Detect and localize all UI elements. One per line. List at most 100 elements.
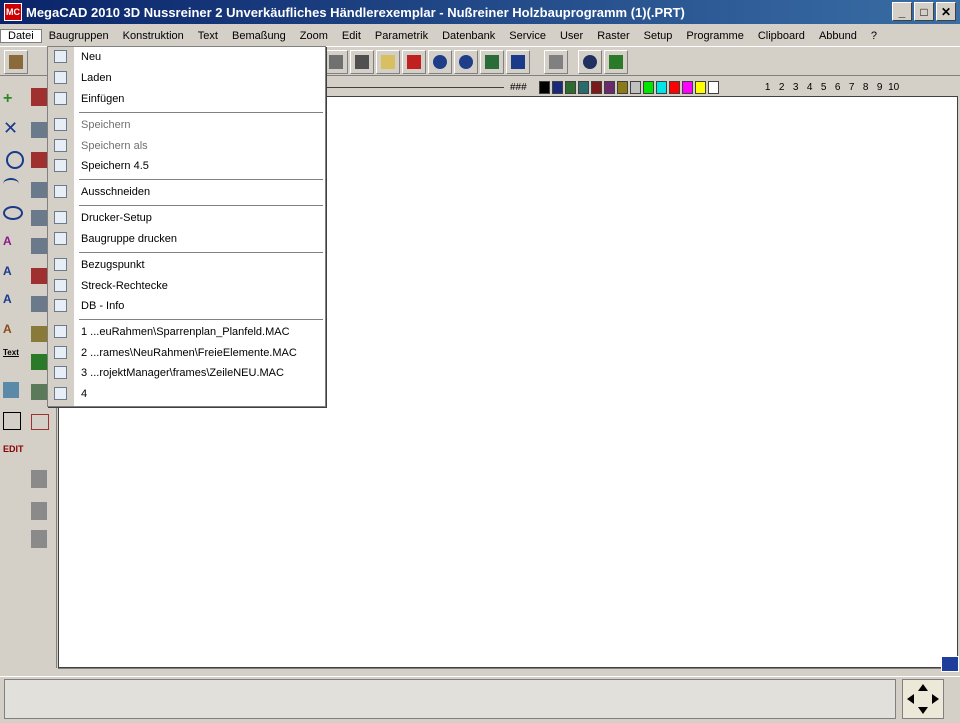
menu-item-speichern-45[interactable]: Speichern 4.5 [48, 156, 325, 176]
mail-button[interactable] [376, 50, 400, 74]
pen-number[interactable]: 10 [887, 82, 901, 93]
menu-item-ausschneiden[interactable]: Ausschneiden [48, 182, 325, 202]
color-swatch-cyan[interactable] [655, 80, 667, 94]
trim-icon[interactable] [31, 470, 47, 488]
layer-button[interactable] [544, 50, 568, 74]
circle-icon[interactable] [6, 151, 24, 169]
menu-item-db-info[interactable]: DB - Info [48, 296, 325, 316]
color-swatch-lime[interactable] [642, 80, 654, 94]
menu-raster[interactable]: Raster [590, 30, 636, 42]
hatch-pattern-icon[interactable] [31, 414, 49, 430]
color-swatch-olive[interactable] [616, 80, 628, 94]
maximize-button[interactable]: □ [914, 2, 934, 21]
hatch-icon[interactable] [3, 382, 19, 398]
delete-button[interactable] [604, 50, 628, 74]
color-swatch-red[interactable] [668, 80, 680, 94]
menu-abbund[interactable]: Abbund [812, 30, 864, 42]
spline3-icon[interactable]: A [3, 292, 25, 314]
redo-button[interactable] [454, 50, 478, 74]
menu-service[interactable]: Service [502, 30, 553, 42]
pen-number[interactable]: 8 [859, 82, 873, 93]
pen-number[interactable]: 7 [845, 82, 859, 93]
calculator-button[interactable] [480, 50, 504, 74]
color-swatch-black[interactable] [538, 80, 550, 94]
menu-item-recent-1[interactable]: 1 ...euRahmen\Sparrenplan_Planfeld.MAC [48, 322, 325, 342]
line-style-selector[interactable] [324, 86, 504, 88]
text-tool-icon[interactable]: Text [3, 348, 25, 370]
rotate-icon[interactable] [31, 238, 47, 254]
cross-lines-icon[interactable]: ✕ [3, 118, 25, 140]
group-icon[interactable] [31, 152, 47, 168]
picture-icon[interactable] [31, 384, 47, 400]
symbol-icon[interactable]: A [3, 322, 25, 344]
layer-tool-icon[interactable] [31, 122, 47, 138]
color-swatch-yellow[interactable] [694, 80, 706, 94]
menu-item-laden[interactable]: Laden [48, 68, 325, 88]
edit-tool-icon[interactable]: EDIT [3, 444, 25, 466]
menu-text[interactable]: Text [191, 30, 225, 42]
navigation-widget[interactable] [902, 679, 944, 719]
menu-item-neu[interactable]: Neu [48, 47, 325, 67]
color-swatch-maroon[interactable] [590, 80, 602, 94]
menu-item-recent-2[interactable]: 2 ...rames\NeuRahmen\FreieElemente.MAC [48, 343, 325, 363]
menu-item-recent-4[interactable]: 4 [48, 384, 325, 404]
color-swatch-magenta[interactable] [681, 80, 693, 94]
snap-button[interactable] [402, 50, 426, 74]
menu-clipboard[interactable]: Clipboard [751, 30, 812, 42]
help-button[interactable] [578, 50, 602, 74]
menu-user[interactable]: User [553, 30, 590, 42]
mirror-icon[interactable] [31, 268, 47, 284]
menu-setup[interactable]: Setup [637, 30, 680, 42]
color-swatch-silver[interactable] [629, 80, 641, 94]
pen-number[interactable]: 3 [789, 82, 803, 93]
pen-number[interactable]: 6 [831, 82, 845, 93]
menu-parametrik[interactable]: Parametrik [368, 30, 435, 42]
pen-number[interactable]: 5 [817, 82, 831, 93]
move-icon[interactable] [31, 182, 47, 198]
menu-item-streck-rechtecke[interactable]: Streck-Rechtecke [48, 276, 325, 296]
monitor-button[interactable] [506, 50, 530, 74]
menu-item-speichern-als[interactable]: Speichern als [48, 136, 325, 156]
menu-edit[interactable]: Edit [335, 30, 368, 42]
undo-button[interactable] [428, 50, 452, 74]
ellipse-icon[interactable] [3, 206, 23, 220]
menu-item-drucker-setup[interactable]: Drucker-Setup [48, 208, 325, 228]
menu-datenbank[interactable]: Datenbank [435, 30, 502, 42]
menu-zoom[interactable]: Zoom [293, 30, 335, 42]
print-preview-button[interactable] [324, 50, 348, 74]
menu-baugruppen[interactable]: Baugruppen [42, 30, 116, 42]
menu-bemassung[interactable]: Bemaßung [225, 30, 293, 42]
close-button[interactable]: ✕ [936, 2, 956, 21]
color-swatch-white[interactable] [707, 80, 719, 94]
pen-number[interactable]: 2 [775, 82, 789, 93]
color-tool-icon[interactable] [31, 354, 47, 370]
pen-number[interactable]: 1 [761, 82, 775, 93]
dimension-icon[interactable] [3, 412, 21, 430]
menu-item-einfuegen[interactable]: Einfügen [48, 89, 325, 109]
copy-icon[interactable] [31, 210, 47, 226]
pen-number[interactable]: 9 [873, 82, 887, 93]
menu-item-recent-3[interactable]: 3 ...rojektManager\frames\ZeileNEU.MAC [48, 363, 325, 383]
color-swatch-purple[interactable] [603, 80, 615, 94]
color-swatch-green[interactable] [564, 80, 576, 94]
menu-item-bezugspunkt[interactable]: Bezugspunkt [48, 255, 325, 275]
menu-konstruktion[interactable]: Konstruktion [116, 30, 191, 42]
scale-icon[interactable] [31, 326, 47, 342]
spline-icon[interactable]: A [3, 234, 25, 256]
menu-help[interactable]: ? [864, 30, 884, 42]
offset-icon[interactable] [31, 530, 47, 548]
building-tool-button[interactable] [4, 50, 28, 74]
corner-button[interactable] [941, 656, 959, 672]
arc-icon[interactable] [3, 178, 19, 190]
color-swatch-navy[interactable] [551, 80, 563, 94]
color-swatch-teal[interactable] [577, 80, 589, 94]
extend-icon[interactable] [31, 502, 47, 520]
print-button[interactable] [350, 50, 374, 74]
menu-item-speichern[interactable]: Speichern [48, 115, 325, 135]
grid-icon[interactable] [31, 296, 47, 312]
pen-number[interactable]: 4 [803, 82, 817, 93]
minimize-button[interactable]: _ [892, 2, 912, 21]
menu-item-baugruppe-drucken[interactable]: Baugruppe drucken [48, 229, 325, 249]
menu-datei[interactable]: Datei [0, 29, 42, 43]
add-point-icon[interactable]: + [3, 90, 25, 112]
